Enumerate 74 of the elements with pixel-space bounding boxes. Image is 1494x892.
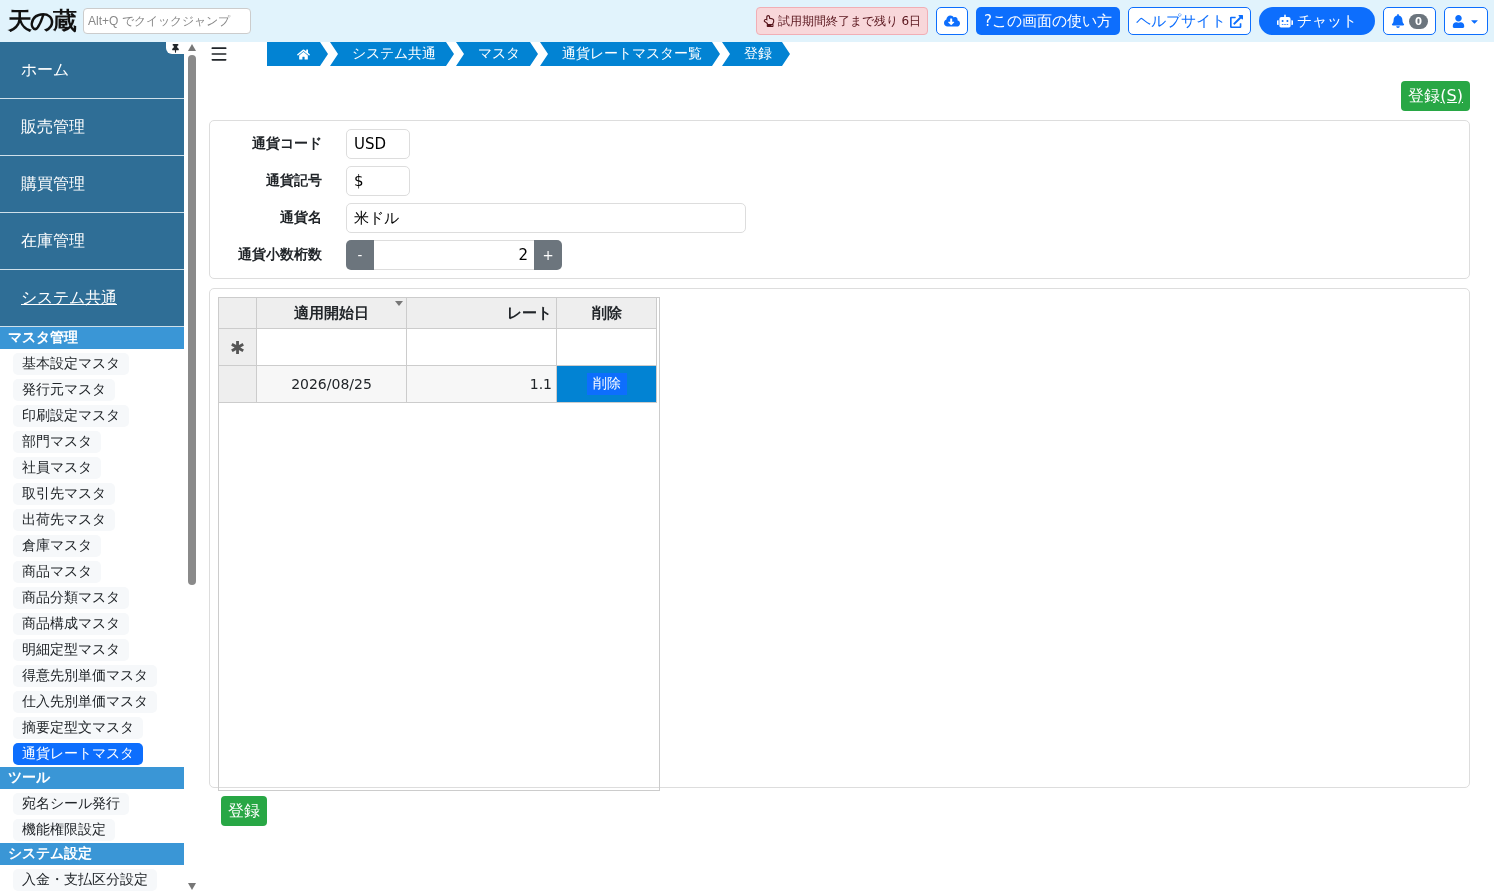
text-field[interactable]: 米ドル xyxy=(346,203,746,233)
home-icon xyxy=(297,47,310,61)
help-button[interactable]: ?この画面の使い方 xyxy=(976,7,1121,35)
logo: 天の蔵 xyxy=(8,5,75,37)
table-cell[interactable]: 2026/08/25 xyxy=(257,366,407,403)
external-link-icon xyxy=(1230,14,1244,28)
sidebar-link[interactable]: 摘要定型文マスタ xyxy=(13,717,143,739)
sidebar-item[interactable]: 販売管理 xyxy=(0,99,184,156)
column-header[interactable]: 削除 xyxy=(557,298,657,329)
sidebar-link[interactable]: 基本設定マスタ xyxy=(13,353,129,375)
sidebar-link[interactable]: 機能権限設定 xyxy=(13,819,115,841)
sidebar-section-header: マスタ管理 xyxy=(0,327,184,349)
table-cell[interactable] xyxy=(557,329,657,366)
field-label: 通貨小数桁数 xyxy=(237,246,322,264)
breadcrumb-home[interactable] xyxy=(267,42,328,66)
chat-button[interactable]: チャット xyxy=(1259,7,1376,35)
sidebar-link[interactable]: 入金・支払区分設定 xyxy=(13,869,157,891)
sidebar-item[interactable]: 購買管理 xyxy=(0,156,184,213)
user-menu-button[interactable] xyxy=(1444,7,1488,35)
sidebar-link[interactable]: 倉庫マスタ xyxy=(13,535,101,557)
table-cell[interactable] xyxy=(407,329,557,366)
field-label: 通貨コード xyxy=(251,135,322,153)
sidebar-link[interactable]: 部門マスタ xyxy=(13,431,101,453)
sidebar-section-header: ツール xyxy=(0,767,184,789)
help-site-link[interactable]: ヘルプサイト xyxy=(1128,7,1252,35)
field-label: 通貨記号 xyxy=(265,172,322,190)
sidebar-link[interactable]: 仕入先別単価マスタ xyxy=(13,691,157,713)
sidebar-link[interactable]: 明細定型マスタ xyxy=(13,639,129,661)
sidebar-link[interactable]: 取引先マスタ xyxy=(13,483,115,505)
sidebar-item[interactable]: ホーム xyxy=(0,42,184,99)
notification-button[interactable]: 0 xyxy=(1383,7,1436,35)
sidebar-item[interactable]: 在庫管理 xyxy=(0,213,184,270)
column-header[interactable]: レート xyxy=(407,298,557,329)
sidebar-link[interactable]: 印刷設定マスタ xyxy=(13,405,129,427)
new-row-marker: ✱ xyxy=(219,329,257,366)
cloud-download-icon xyxy=(944,13,961,29)
text-field[interactable]: $ xyxy=(346,166,410,196)
table-cell[interactable] xyxy=(257,329,407,366)
robot-icon xyxy=(1277,13,1294,29)
table-cell[interactable]: 1.1 xyxy=(407,366,557,403)
number-field[interactable]: 2 xyxy=(374,240,534,270)
sidebar-link[interactable]: 商品分類マスタ xyxy=(13,587,129,609)
trial-notice: 試用期間終了まで残り 6日 xyxy=(755,7,929,35)
pointer-hand-icon xyxy=(762,15,775,27)
sidebar-section-header: システム設定 xyxy=(0,843,184,865)
breadcrumb-item[interactable]: マスタ xyxy=(456,42,538,66)
notification-count: 0 xyxy=(1409,13,1428,29)
download-button[interactable] xyxy=(936,7,969,35)
sidebar-link[interactable]: 得意先別単価マスタ xyxy=(13,665,157,687)
decrement-button[interactable]: - xyxy=(346,240,374,270)
increment-button[interactable]: + xyxy=(534,240,562,270)
sidebar-link[interactable]: 商品マスタ xyxy=(13,561,101,583)
breadcrumb-item[interactable]: 通貨レートマスター覧 xyxy=(540,42,720,66)
sort-caret-icon[interactable] xyxy=(395,301,403,306)
sidebar-link[interactable]: 宛名シール発行 xyxy=(13,793,129,815)
sidebar-item[interactable]: システム共通 xyxy=(0,270,184,327)
delete-button[interactable]: 削除 xyxy=(586,373,627,395)
scroll-up-icon[interactable] xyxy=(188,44,196,51)
sidebar-link[interactable]: 出荷先マスタ xyxy=(13,509,115,531)
column-header[interactable]: 適用開始日 xyxy=(257,298,407,329)
sidebar-link[interactable]: 商品構成マスタ xyxy=(13,613,129,635)
bell-icon xyxy=(1391,14,1406,28)
breadcrumb-item[interactable]: システム共通 xyxy=(330,42,454,66)
selected-cell[interactable]: 削除 xyxy=(557,366,657,403)
sidebar-link[interactable]: 社員マスタ xyxy=(13,457,101,479)
breadcrumb-item[interactable]: 登録 xyxy=(722,42,790,66)
sidebar-link[interactable]: 通貨レートマスタ xyxy=(13,743,143,765)
text-field[interactable]: USD xyxy=(346,129,410,159)
quick-jump-field[interactable]: Alt+Q でクイックジャンプ xyxy=(83,8,251,34)
user-icon xyxy=(1452,14,1465,28)
sidebar-link[interactable]: 発行元マスタ xyxy=(13,379,115,401)
scroll-down-icon[interactable] xyxy=(188,883,196,890)
field-label: 通貨名 xyxy=(279,209,322,227)
pin-icon[interactable] xyxy=(166,42,184,54)
